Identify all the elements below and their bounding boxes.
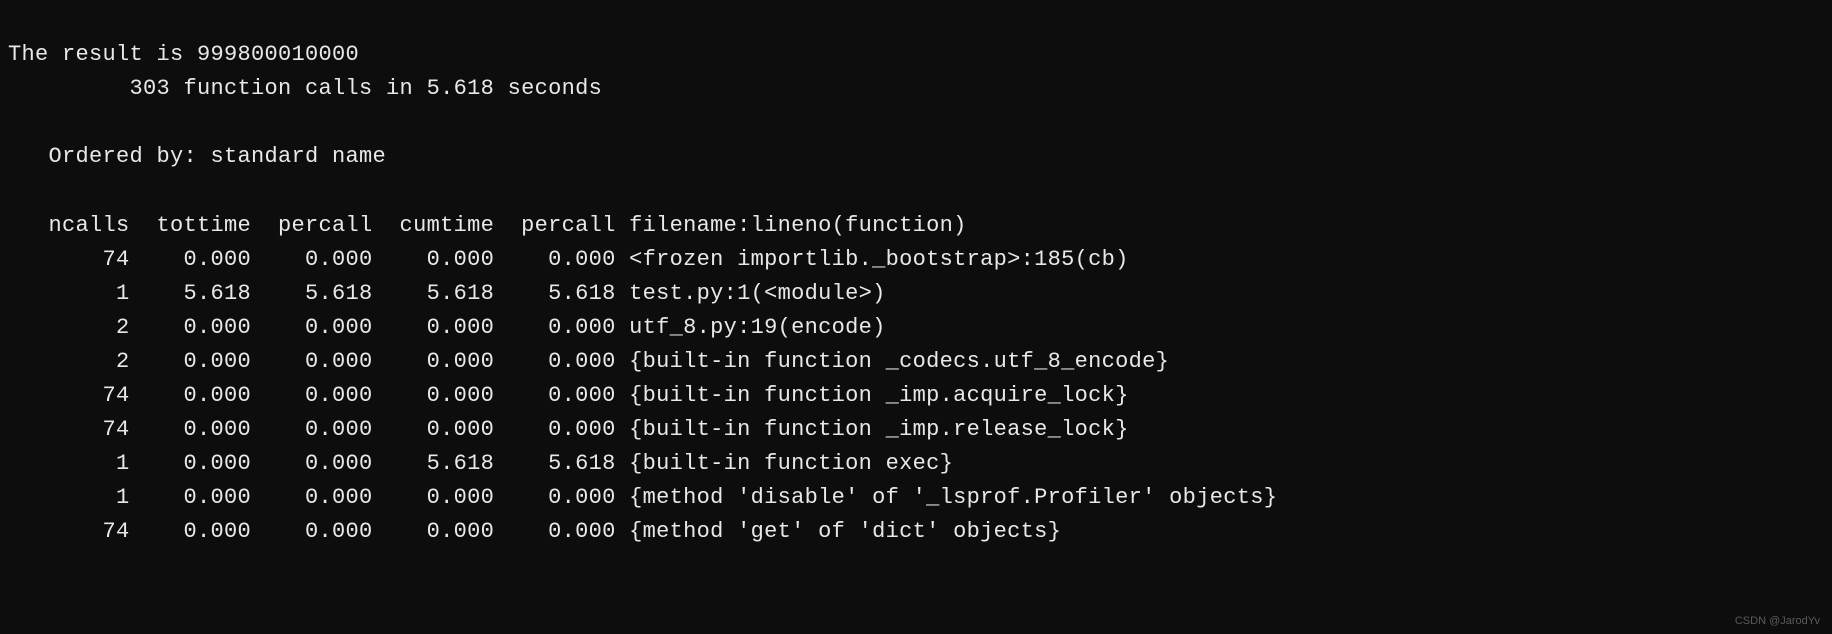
result-line: The result is 999800010000 xyxy=(8,42,359,67)
watermark: CSDN @JarodYv xyxy=(1735,613,1820,630)
terminal-output: The result is 999800010000 303 function … xyxy=(8,4,1832,550)
ordered-by-line: Ordered by: standard name xyxy=(8,144,386,169)
summary-line: 303 function calls in 5.618 seconds xyxy=(8,76,602,101)
profile-header-row: ncalls tottime percall cumtime percall f… xyxy=(8,213,967,238)
profile-data-rows: 74 0.000 0.000 0.000 0.000 <frozen impor… xyxy=(8,247,1277,545)
